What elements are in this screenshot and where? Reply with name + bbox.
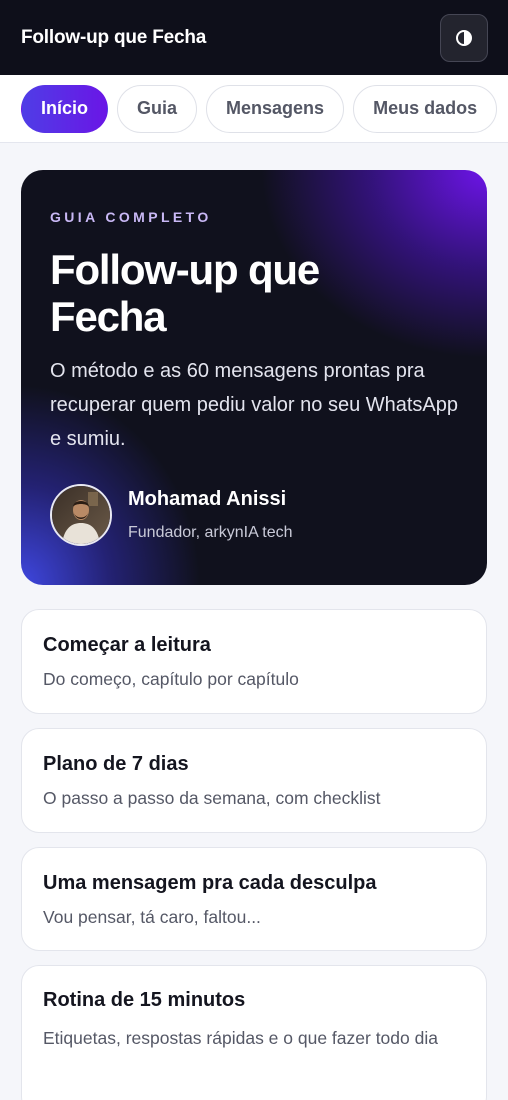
author-role: Fundador, arkynIA tech <box>128 524 293 541</box>
app-title: Follow-up que Fecha <box>21 26 207 48</box>
author-avatar <box>50 484 112 546</box>
tab-inicio[interactable]: Início <box>21 84 109 133</box>
card-title: Plano de 7 dias <box>43 753 189 775</box>
tab-meus-dados[interactable]: Meus dados <box>353 84 498 133</box>
card-subtitle: Vou pensar, tá caro, faltou... <box>43 907 261 927</box>
tab-mensagens[interactable]: Mensagens <box>206 84 345 133</box>
author-name: Mohamad Anissi <box>128 488 287 510</box>
author-info: Mohamad Anissi Fundador, arkynIA tech <box>128 488 293 542</box>
card-comecar-leitura[interactable]: Começar a leitura Do começo, capítulo po… <box>21 609 487 714</box>
card-subtitle: Etiquetas, respostas rápidas e o que faz… <box>43 1028 438 1048</box>
tab-bar: Início Guia Mensagens Meus dados <box>0 75 508 143</box>
hero-title: Follow-up que Fecha <box>50 246 320 340</box>
hero-description: O método e as 60 mensagens prontas pra r… <box>50 360 459 450</box>
theme-toggle-button[interactable] <box>440 13 488 62</box>
card-plano-7-dias[interactable]: Plano de 7 dias O passo a passo da seman… <box>21 728 487 833</box>
hero-card: GUIA COMPLETO Follow-up que Fecha O méto… <box>21 170 487 585</box>
contrast-icon <box>456 29 472 46</box>
card-title: Uma mensagem pra cada desculpa <box>43 872 377 894</box>
tab-guia[interactable]: Guia <box>117 84 198 133</box>
card-rotina-15-minutos[interactable]: Rotina de 15 minutos Etiquetas, resposta… <box>21 965 487 1100</box>
card-mensagem-desculpa[interactable]: Uma mensagem pra cada desculpa Vou pensa… <box>21 847 487 951</box>
card-title: Rotina de 15 minutos <box>43 989 246 1011</box>
card-subtitle: Do começo, capítulo por capítulo <box>43 669 299 689</box>
hero-eyebrow: GUIA COMPLETO <box>50 209 212 225</box>
card-title: Começar a leitura <box>43 634 211 656</box>
author-block: Mohamad Anissi Fundador, arkynIA tech <box>50 484 293 546</box>
card-subtitle: O passo a passo da semana, com checklist <box>43 788 381 808</box>
top-bar: Follow-up que Fecha <box>0 0 508 75</box>
